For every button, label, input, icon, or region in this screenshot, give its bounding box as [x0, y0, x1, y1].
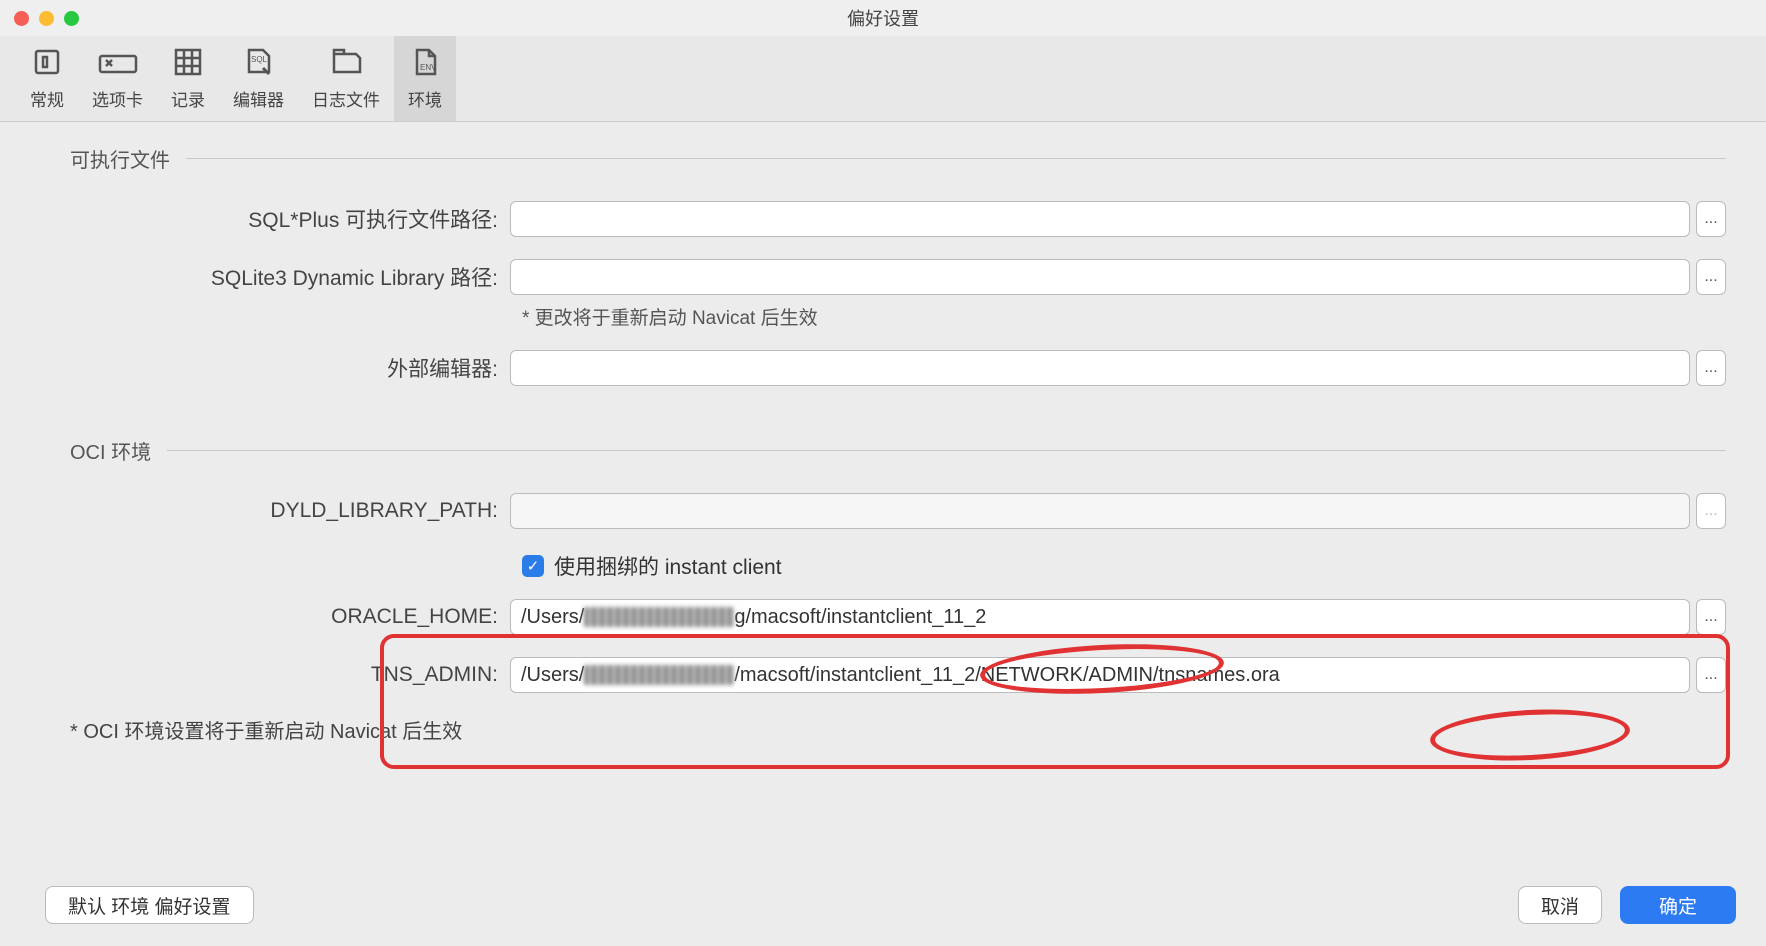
window-title: 偏好设置	[847, 5, 919, 31]
row-sqlplus: SQL*Plus 可执行文件路径: ...	[70, 201, 1726, 237]
exteditor-label: 外部编辑器:	[70, 353, 510, 383]
tns-admin-browse-button[interactable]: ...	[1696, 657, 1726, 693]
row-sqlite: SQLite3 Dynamic Library 路径: ...	[70, 259, 1726, 295]
oracle-home-label: ORACLE_HOME:	[70, 605, 510, 629]
divider	[167, 450, 1726, 451]
records-icon	[172, 44, 204, 80]
footer: 默认 环境 偏好设置 取消 确定	[45, 886, 1736, 924]
traffic-lights	[14, 11, 79, 26]
svg-text:ENV: ENV	[420, 63, 437, 72]
row-tns-admin: TNS_ADMIN: /Users/ /macsoft/instantclien…	[70, 657, 1726, 693]
toolbar: 常规 选项卡 记录 SQL 编辑器 日志文件 ENV 环境	[0, 36, 1766, 122]
row-use-bundled[interactable]: ✓ 使用捆绑的 instant client	[522, 551, 1726, 581]
minimize-dot[interactable]	[39, 11, 54, 26]
general-icon	[31, 44, 63, 80]
svg-text:SQL: SQL	[251, 55, 268, 64]
redacted	[584, 665, 734, 685]
tns-admin-prefix: /Users/	[521, 664, 584, 687]
tab-tabs[interactable]: 选项卡	[78, 36, 157, 121]
row-oracle-home: ORACLE_HOME: /Users/ g/macsoft/instantcl…	[70, 599, 1726, 635]
oracle-home-browse-button[interactable]: ...	[1696, 599, 1726, 635]
tns-admin-label: TNS_ADMIN:	[70, 663, 510, 687]
sqlplus-label: SQL*Plus 可执行文件路径:	[70, 204, 510, 234]
dyld-browse-button: ...	[1696, 493, 1726, 529]
dyld-label: DYLD_LIBRARY_PATH:	[70, 499, 510, 523]
sqlplus-input[interactable]	[510, 201, 1690, 237]
group-exec-title: 可执行文件	[70, 144, 170, 173]
oracle-home-input[interactable]: /Users/ g/macsoft/instantclient_11_2	[510, 599, 1690, 635]
row-exteditor: 外部编辑器: ...	[70, 350, 1726, 386]
tab-env[interactable]: ENV 环境	[394, 36, 456, 121]
tab-tabs-label: 选项卡	[92, 86, 143, 111]
editor-icon: SQL	[241, 44, 277, 80]
tns-admin-suffix: /macsoft/instantclient_11_2/NETWORK/ADMI…	[734, 664, 1279, 687]
default-env-button[interactable]: 默认 环境 偏好设置	[45, 886, 254, 924]
group-oci: OCI 环境	[70, 436, 1726, 465]
tab-records-label: 记录	[171, 86, 205, 111]
close-dot[interactable]	[14, 11, 29, 26]
group-oci-title: OCI 环境	[70, 436, 151, 465]
group-exec: 可执行文件	[70, 144, 1726, 173]
tab-logfile-label: 日志文件	[312, 86, 380, 111]
use-bundled-checkbox[interactable]: ✓	[522, 555, 544, 577]
oracle-home-prefix: /Users/	[521, 606, 584, 629]
tab-general-label: 常规	[30, 86, 64, 111]
oci-note: * OCI 环境设置将于重新启动 Navicat 后生效	[70, 715, 1726, 744]
divider	[186, 158, 1726, 159]
tab-general[interactable]: 常规	[16, 36, 78, 121]
tabs-icon	[96, 44, 140, 80]
sqlite-browse-button[interactable]: ...	[1696, 259, 1726, 295]
tab-editor-label: 编辑器	[233, 86, 284, 111]
sqlplus-browse-button[interactable]: ...	[1696, 201, 1726, 237]
exteditor-input[interactable]	[510, 350, 1690, 386]
tab-records[interactable]: 记录	[157, 36, 219, 121]
env-icon: ENV	[409, 44, 441, 80]
oracle-home-suffix: g/macsoft/instantclient_11_2	[734, 606, 986, 629]
row-dyld: DYLD_LIBRARY_PATH: ...	[70, 493, 1726, 529]
tab-editor[interactable]: SQL 编辑器	[219, 36, 298, 121]
tns-admin-input[interactable]: /Users/ /macsoft/instantclient_11_2/NETW…	[510, 657, 1690, 693]
sqlite-note: * 更改将于重新启动 Navicat 后生效	[522, 303, 1726, 330]
tab-logfile[interactable]: 日志文件	[298, 36, 394, 121]
exteditor-browse-button[interactable]: ...	[1696, 350, 1726, 386]
use-bundled-label: 使用捆绑的 instant client	[554, 551, 782, 581]
dyld-input	[510, 493, 1690, 529]
redacted	[584, 607, 734, 627]
tab-env-label: 环境	[408, 86, 442, 111]
content: 可执行文件 SQL*Plus 可执行文件路径: ... SQLite3 Dyna…	[0, 122, 1766, 744]
titlebar: 偏好设置	[0, 0, 1766, 36]
sqlite-input[interactable]	[510, 259, 1690, 295]
ok-button[interactable]: 确定	[1620, 886, 1736, 924]
sqlite-label: SQLite3 Dynamic Library 路径:	[70, 262, 510, 292]
maximize-dot[interactable]	[64, 11, 79, 26]
cancel-button[interactable]: 取消	[1518, 886, 1602, 924]
logfile-icon	[328, 44, 364, 80]
